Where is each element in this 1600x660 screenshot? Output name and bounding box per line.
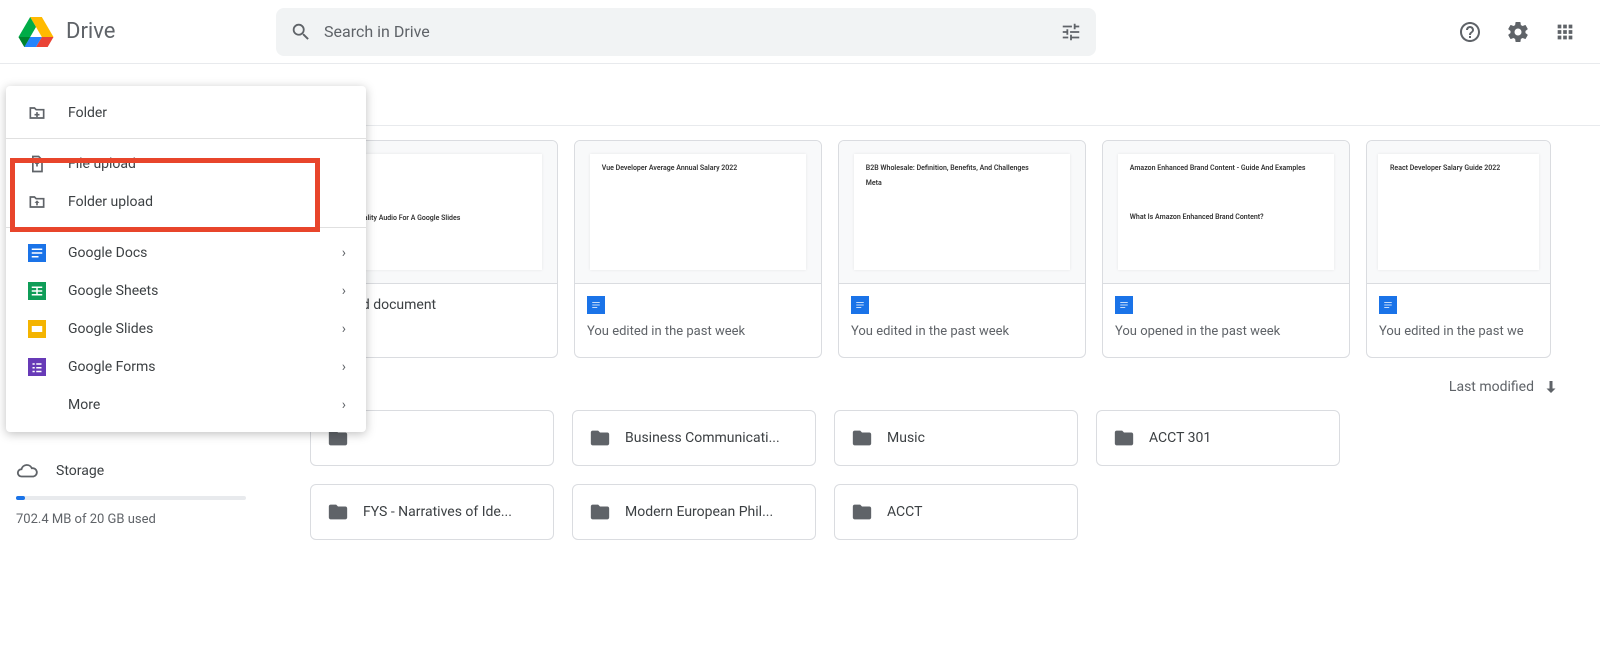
- folder-name: ACCT: [887, 504, 922, 520]
- folder-name: Business Communicati...: [625, 430, 780, 446]
- file-upload-icon: [26, 153, 48, 175]
- folder-upload-icon: [26, 191, 48, 213]
- search-bar[interactable]: [276, 8, 1096, 56]
- google-slides-icon: [26, 318, 48, 340]
- folder-icon: [851, 427, 873, 449]
- google-docs-icon: [1115, 296, 1133, 314]
- google-docs-icon: [26, 242, 48, 264]
- card-activity: You edited in the past week: [587, 324, 809, 339]
- folder-name: ACCT 301: [1149, 430, 1211, 446]
- thumbnail: B2B Wholesale: Definition, Benefits, And…: [839, 141, 1085, 283]
- folder-name: Modern European Phil...: [625, 504, 773, 520]
- suggested-card[interactable]: Amazon Enhanced Brand Content - Guide An…: [1102, 140, 1350, 358]
- folder-icon: [327, 501, 349, 523]
- storage-used-text: 702.4 MB of 20 GB used: [16, 512, 256, 527]
- menu-separator: [6, 227, 366, 228]
- new-folder-icon: [26, 102, 48, 124]
- menu-google-forms[interactable]: Google Forms ›: [6, 348, 366, 386]
- sort-button[interactable]: Last modified: [1449, 378, 1560, 396]
- menu-new-folder[interactable]: Folder: [6, 94, 366, 132]
- top-header: Drive: [0, 0, 1600, 64]
- chevron-right-icon: ›: [342, 397, 346, 413]
- help-icon[interactable]: [1458, 20, 1482, 44]
- main-content: e High-Quality Audio For A Google Slides…: [290, 80, 1600, 554]
- folder-item[interactable]: Modern European Phil...: [572, 484, 816, 540]
- brand-title: Drive: [66, 19, 115, 44]
- menu-google-sheets[interactable]: Google Sheets ›: [6, 272, 366, 310]
- google-forms-icon: [26, 356, 48, 378]
- menu-folder-upload[interactable]: Folder upload: [6, 183, 366, 221]
- brand[interactable]: Drive: [16, 12, 276, 52]
- menu-separator: [6, 138, 366, 139]
- folder-icon: [589, 427, 611, 449]
- storage-bar: [16, 496, 246, 500]
- folder-icon: [589, 501, 611, 523]
- card-activity: You edited in the past week: [851, 324, 1073, 339]
- menu-more[interactable]: More ›: [6, 386, 366, 424]
- suggested-card[interactable]: Vue Developer Average Annual Salary 2022…: [574, 140, 822, 358]
- folder-item[interactable]: ACCT 301: [1096, 410, 1340, 466]
- suggested-card[interactable]: React Developer Salary Guide 2022 You ed…: [1366, 140, 1551, 358]
- search-input[interactable]: [324, 22, 1048, 41]
- chevron-right-icon: ›: [342, 321, 346, 337]
- storage-bar-fill: [16, 496, 25, 500]
- menu-google-docs[interactable]: Google Docs ›: [6, 234, 366, 272]
- gear-icon[interactable]: [1506, 20, 1530, 44]
- thumbnail: Amazon Enhanced Brand Content - Guide An…: [1103, 141, 1349, 283]
- suggested-card[interactable]: B2B Wholesale: Definition, Benefits, And…: [838, 140, 1086, 358]
- chevron-right-icon: ›: [342, 359, 346, 375]
- thumbnail: React Developer Salary Guide 2022: [1367, 141, 1550, 283]
- card-activity: You edited in the past we: [1379, 324, 1538, 339]
- card-activity: You opened in the past week: [1115, 324, 1337, 339]
- thumbnail: Vue Developer Average Annual Salary 2022: [575, 141, 821, 283]
- folder-name: Music: [887, 430, 925, 446]
- storage-label: Storage: [56, 463, 104, 479]
- folder-item[interactable]: ACCT: [834, 484, 1078, 540]
- drive-logo-icon: [16, 12, 56, 52]
- search-icon: [290, 21, 312, 43]
- chevron-right-icon: ›: [342, 283, 346, 299]
- tune-icon[interactable]: [1060, 21, 1082, 43]
- folder-item[interactable]: Business Communicati...: [572, 410, 816, 466]
- header-actions: [1458, 20, 1584, 44]
- folder-item[interactable]: Music: [834, 410, 1078, 466]
- chevron-right-icon: ›: [342, 245, 346, 261]
- suggested-row: High-Quality Audio For A Google Slides l…: [290, 126, 1600, 358]
- apps-grid-icon[interactable]: [1554, 21, 1576, 43]
- arrow-down-icon: [1542, 378, 1560, 396]
- folder-name: FYS - Narratives of Ide...: [363, 504, 512, 520]
- breadcrumb[interactable]: e: [290, 80, 1600, 126]
- new-menu: Folder File upload Folder upload Google …: [6, 86, 366, 432]
- menu-google-slides[interactable]: Google Slides ›: [6, 310, 366, 348]
- folders-grid: Business Communicati... Music ACCT 301 F…: [290, 396, 1600, 554]
- folder-icon: [1113, 427, 1135, 449]
- folders-header: Folders Last modified: [290, 358, 1600, 396]
- folder-item[interactable]: FYS - Narratives of Ide...: [310, 484, 554, 540]
- google-sheets-icon: [26, 280, 48, 302]
- folder-icon: [851, 501, 873, 523]
- google-docs-icon: [851, 296, 869, 314]
- menu-file-upload[interactable]: File upload: [6, 145, 366, 183]
- google-docs-icon: [1379, 296, 1397, 314]
- google-docs-icon: [587, 296, 605, 314]
- cloud-icon: [16, 460, 38, 482]
- sidebar-storage[interactable]: Storage 702.4 MB of 20 GB used: [16, 460, 256, 527]
